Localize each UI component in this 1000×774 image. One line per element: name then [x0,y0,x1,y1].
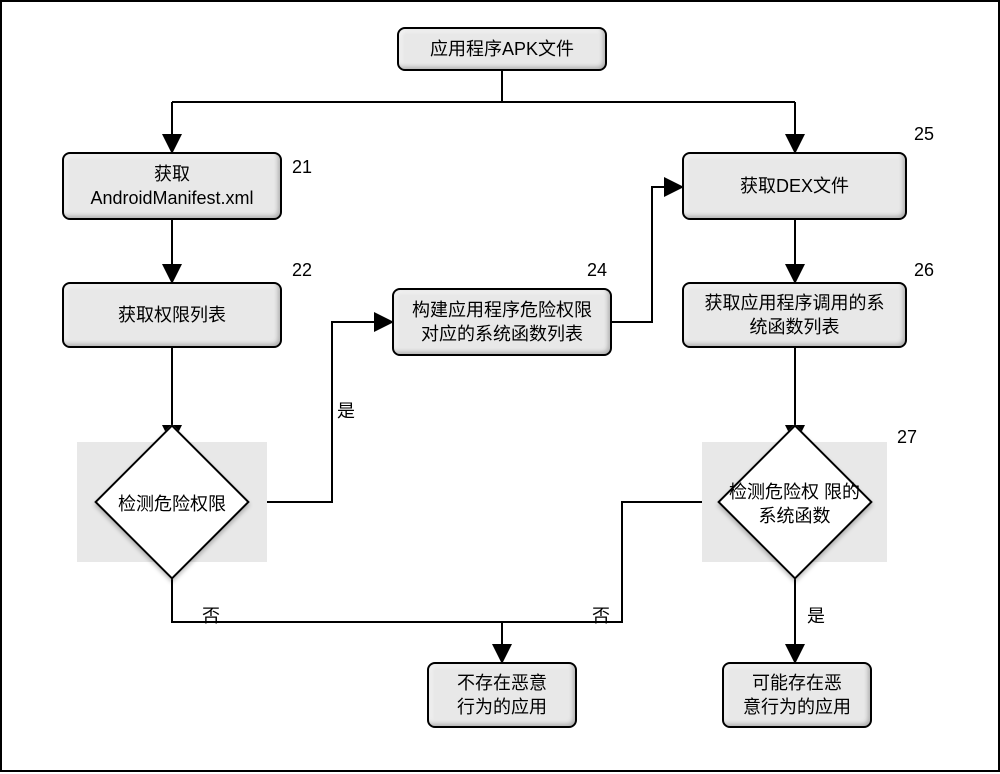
edge-23-no: 否 [202,602,220,628]
box-25-get-dex: 获取DEX文件 [682,152,907,220]
flowchart-arrows [2,2,1000,774]
box-21-get-manifest: 获取 AndroidManifest.xml [62,152,282,220]
no-malicious-label: 不存在恶意 行为的应用 [457,671,547,720]
box-possible-malicious: 可能存在恶 意行为的应用 [722,662,872,728]
num-26: 26 [914,260,934,281]
box-26-get-called-funcs: 获取应用程序调用的系 统函数列表 [682,282,907,348]
decision-23-label: 检测危险权限 [102,492,242,516]
box-26-label: 获取应用程序调用的系 统函数列表 [705,291,885,340]
edge-23-yes: 是 [337,397,355,423]
edge-27-no: 否 [592,602,610,628]
start-apk-file: 应用程序APK文件 [397,27,607,71]
box-21-label: 获取 AndroidManifest.xml [90,162,253,211]
box-25-label: 获取DEX文件 [740,174,849,198]
box-no-malicious: 不存在恶意 行为的应用 [427,662,577,728]
num-25: 25 [914,124,934,145]
num-27: 27 [897,427,917,448]
box-24-label: 构建应用程序危险权限 对应的系统函数列表 [412,298,592,347]
possible-malicious-label: 可能存在恶 意行为的应用 [743,671,851,720]
decision-27-label: 检测危险权 限的系统函数 [722,480,867,529]
edge-27-yes: 是 [807,602,825,628]
box-24-build-func-list: 构建应用程序危险权限 对应的系统函数列表 [392,288,612,356]
num-21: 21 [292,157,312,178]
box-22-get-permissions: 获取权限列表 [62,282,282,348]
num-24: 24 [587,260,607,281]
box-22-label: 获取权限列表 [118,303,226,327]
start-label: 应用程序APK文件 [430,37,574,61]
num-22: 22 [292,260,312,281]
